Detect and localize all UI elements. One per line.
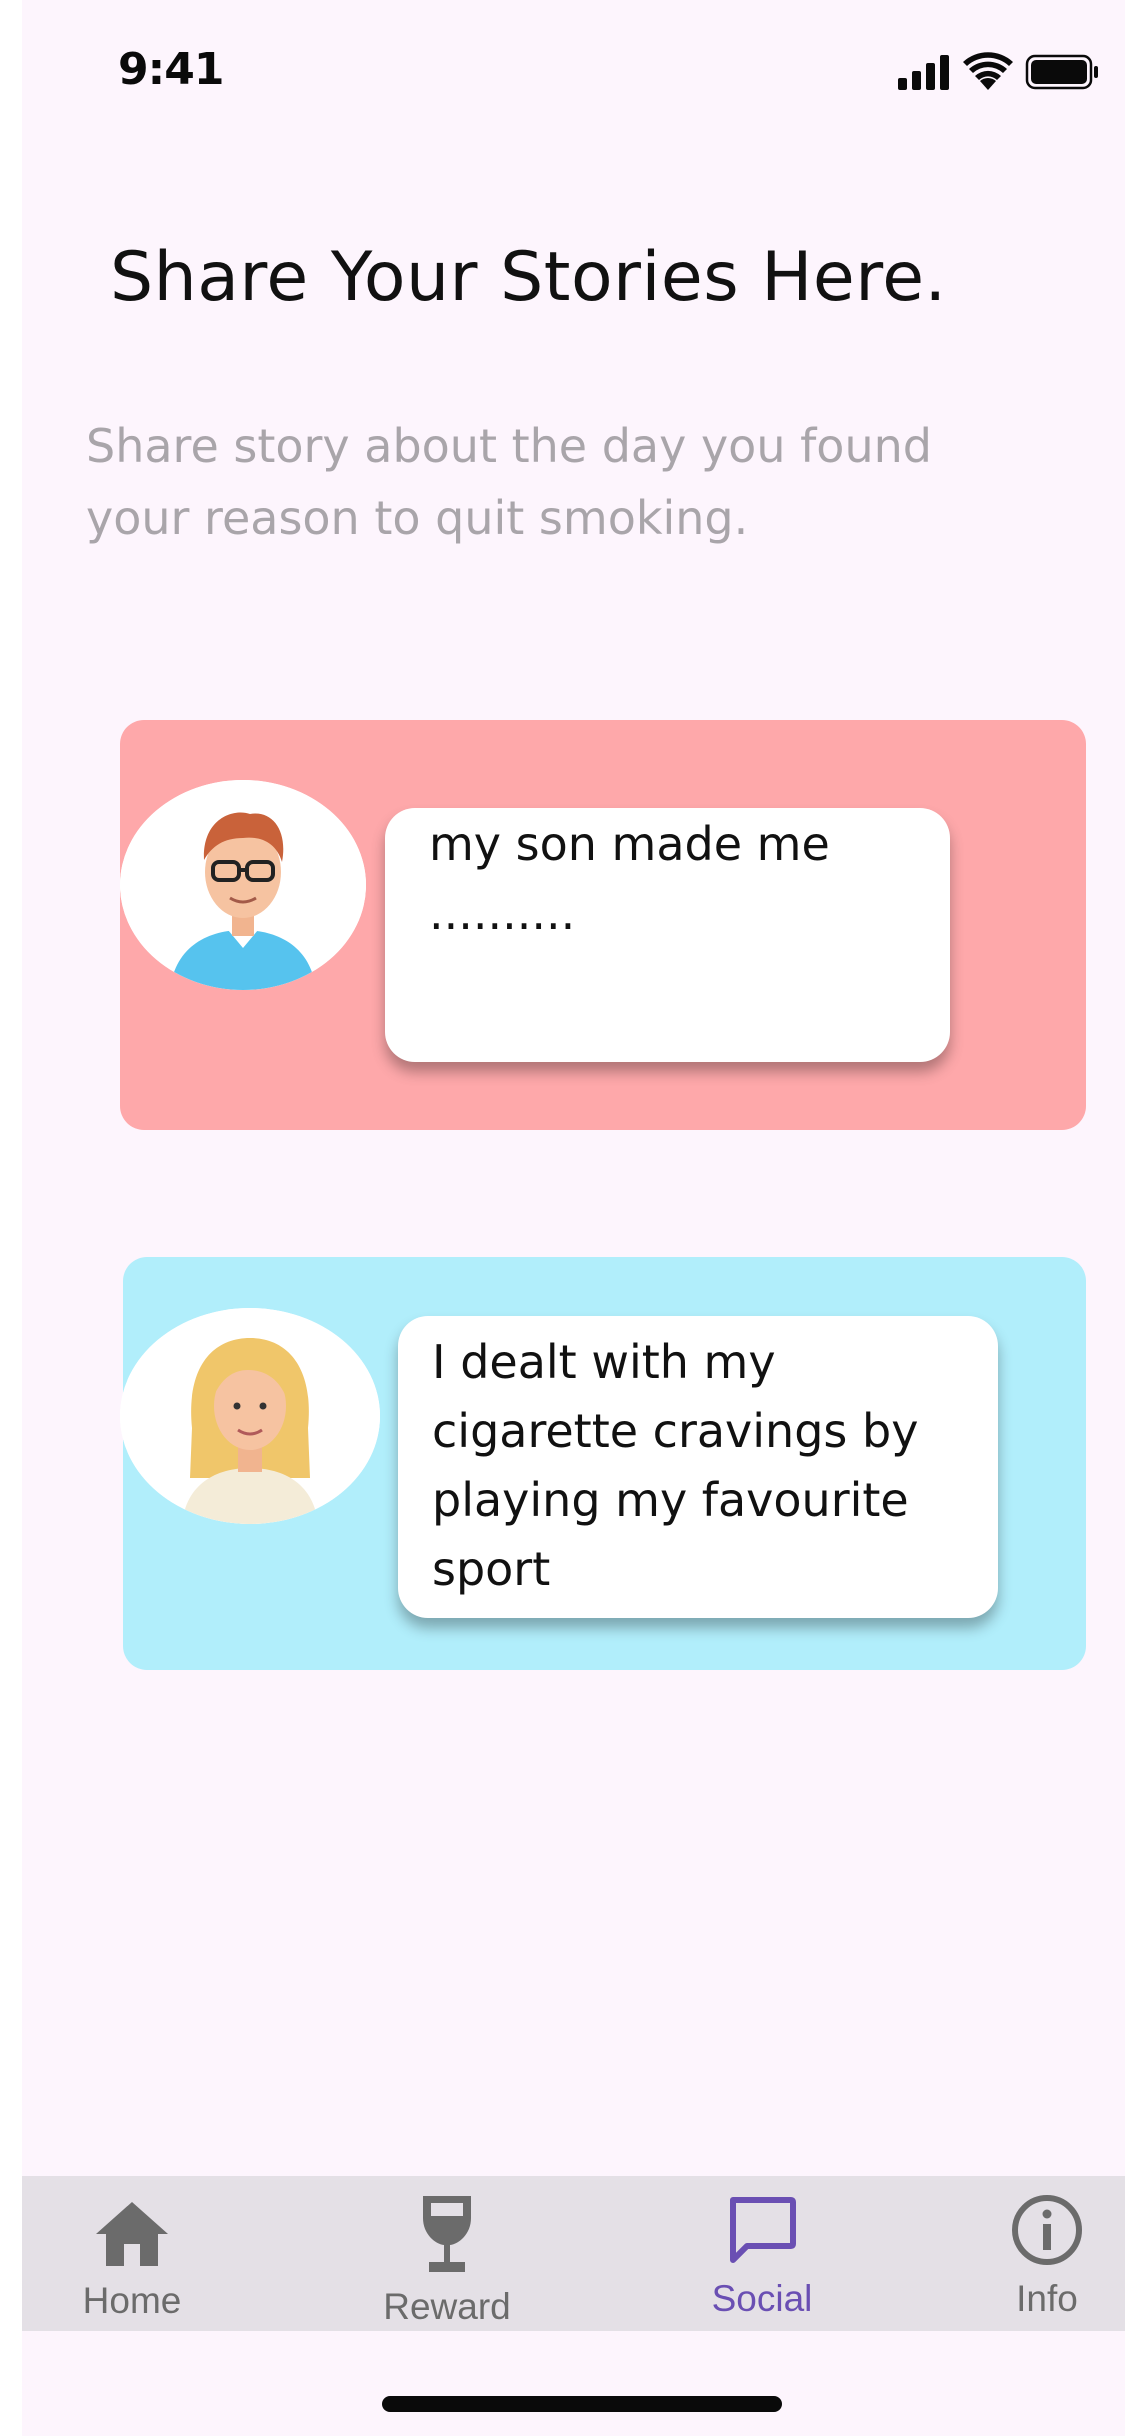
cellular-signal-icon (898, 55, 949, 90)
status-icons (898, 52, 1098, 92)
info-icon (1012, 2195, 1082, 2265)
story-bubble: I dealt with my cigarette cravings by pl… (398, 1316, 998, 1618)
user-avatar (120, 1308, 380, 1524)
home-indicator[interactable] (382, 2396, 782, 2412)
tab-label: Reward (383, 2286, 511, 2327)
page-title: Share Your Stories Here. (110, 238, 947, 317)
wine-glass-icon (423, 2196, 471, 2272)
battery-icon (1025, 54, 1098, 90)
bottom-tab-bar: Home Reward Social Info (22, 2176, 1125, 2331)
tab-label: Home (82, 2280, 182, 2321)
tab-label: Social (711, 2278, 813, 2319)
tab-social[interactable]: Social (672, 2176, 852, 2331)
story-text: my son made me .......... (429, 817, 830, 940)
user-avatar (120, 780, 366, 990)
tab-info[interactable]: Info (977, 2176, 1117, 2331)
left-edge-strip (0, 0, 22, 2436)
story-bubble: my son made me .......... (385, 808, 950, 1062)
social-screen: 9:41 Share Your Stories Here. Share stor… (0, 0, 1125, 2436)
page-subtitle: Share story about the day you found your… (86, 419, 932, 545)
story-text: I dealt with my cigarette cravings by pl… (432, 1335, 919, 1596)
tab-label: Info (1016, 2278, 1078, 2319)
status-time: 9:41 (118, 44, 224, 95)
home-icon (96, 2202, 168, 2266)
chat-bubble-icon (730, 2197, 796, 2263)
tab-reward[interactable]: Reward (352, 2176, 542, 2331)
wifi-icon (963, 52, 1013, 90)
blonde-woman-avatar (120, 1308, 380, 1524)
man-with-glasses-avatar (120, 780, 366, 990)
tab-home[interactable]: Home (42, 2176, 222, 2331)
